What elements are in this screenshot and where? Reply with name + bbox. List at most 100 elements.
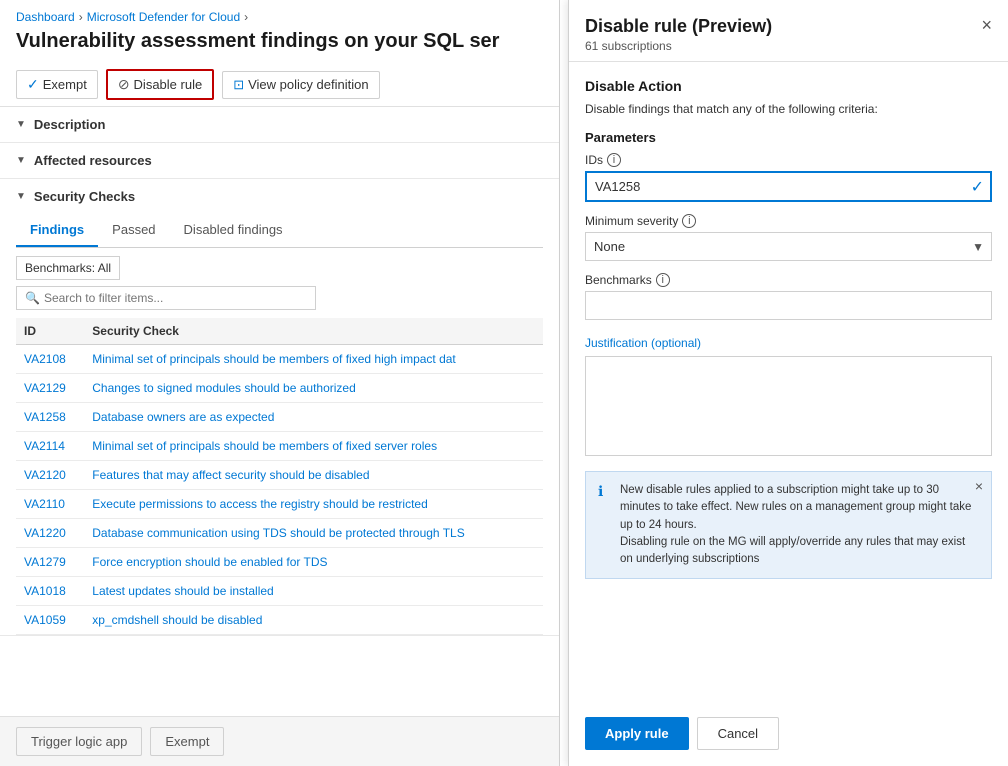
disable-rule-button[interactable]: ⊘ Disable rule (106, 69, 214, 100)
table-row: VA1059 xp_cmdshell should be disabled (16, 606, 543, 635)
exempt-label: Exempt (43, 77, 87, 92)
benchmarks-input[interactable] (585, 291, 992, 320)
description-label: Description (34, 117, 106, 132)
row-id[interactable]: VA2108 (16, 345, 84, 374)
justification-textarea[interactable] (585, 356, 992, 456)
col-check: Security Check (84, 318, 543, 345)
min-severity-info-icon[interactable]: i (682, 214, 696, 228)
ids-field-label: IDs i (585, 153, 992, 167)
id-link[interactable]: VA2108 (24, 352, 66, 366)
id-link[interactable]: VA1258 (24, 410, 66, 424)
id-link[interactable]: VA2114 (24, 439, 65, 453)
row-id[interactable]: VA1258 (16, 403, 84, 432)
security-checks-section: ▼ Security Checks Findings Passed Disabl… (0, 179, 559, 636)
security-checks-label: Security Checks (34, 189, 135, 204)
info-box: × ℹ New disable rules applied to a subsc… (585, 471, 992, 579)
filter-bar: Benchmarks: All (16, 256, 543, 280)
disable-desc: Disable findings that match any of the f… (585, 102, 992, 116)
ids-input[interactable] (585, 171, 992, 202)
bottom-bar: Trigger logic app Exempt (0, 716, 559, 766)
row-id[interactable]: VA2120 (16, 461, 84, 490)
row-check: xp_cmdshell should be disabled (84, 606, 543, 635)
panel-close-button[interactable]: × (981, 16, 992, 34)
id-link[interactable]: VA1279 (24, 555, 66, 569)
ids-input-wrapper: ✓ (585, 171, 992, 202)
affected-resources-header[interactable]: ▼ Affected resources (0, 143, 559, 178)
benchmarks-info-icon[interactable]: i (656, 273, 670, 287)
disable-rule-icon: ⊘ (118, 76, 130, 93)
description-chevron: ▼ (16, 119, 26, 130)
id-link[interactable]: VA1059 (24, 613, 66, 627)
tab-passed[interactable]: Passed (98, 214, 169, 247)
id-link[interactable]: VA1220 (24, 526, 66, 540)
view-policy-button[interactable]: ⊡ View policy definition (222, 71, 379, 99)
breadcrumb-defender[interactable]: Microsoft Defender for Cloud (87, 10, 240, 24)
justification-label: Justification (optional) (585, 336, 992, 350)
panel-title: Disable rule (Preview) (585, 16, 772, 37)
info-box-close-button[interactable]: × (975, 478, 983, 494)
table-row: VA1018 Latest updates should be installe… (16, 577, 543, 606)
breadcrumb: Dashboard › Microsoft Defender for Cloud… (0, 0, 559, 28)
check-text: Features that may affect security should… (92, 468, 369, 482)
apply-rule-button[interactable]: Apply rule (585, 717, 689, 750)
tab-disabled-findings[interactable]: Disabled findings (170, 214, 297, 247)
cancel-button[interactable]: Cancel (697, 717, 779, 750)
row-id[interactable]: VA2114 (16, 432, 84, 461)
row-id[interactable]: VA1059 (16, 606, 84, 635)
ids-info-icon[interactable]: i (607, 153, 621, 167)
findings-table: ID Security Check VA2108 Minimal set of … (16, 318, 543, 635)
benchmarks-field-label: Benchmarks i (585, 273, 992, 287)
check-text: Execute permissions to access the regist… (92, 497, 427, 511)
check-text: Minimal set of principals should be memb… (92, 352, 456, 366)
row-id[interactable]: VA1220 (16, 519, 84, 548)
row-check: Database communication using TDS should … (84, 519, 543, 548)
exempt-button[interactable]: ✓ Exempt (16, 70, 98, 99)
row-check: Force encryption should be enabled for T… (84, 548, 543, 577)
id-link[interactable]: VA2110 (24, 497, 65, 511)
exempt-bottom-button[interactable]: Exempt (150, 727, 224, 756)
parameters-label: Parameters (585, 130, 992, 145)
search-input[interactable] (44, 291, 307, 305)
min-severity-label: Minimum severity (585, 214, 678, 228)
description-header[interactable]: ▼ Description (0, 107, 559, 142)
check-text: Force encryption should be enabled for T… (92, 555, 327, 569)
info-box-text: New disable rules applied to a subscript… (620, 482, 979, 568)
check-text: Database owners are as expected (92, 410, 274, 424)
security-checks-header[interactable]: ▼ Security Checks (0, 179, 559, 214)
tab-findings[interactable]: Findings (16, 214, 98, 247)
row-id[interactable]: VA2129 (16, 374, 84, 403)
check-text: Latest updates should be installed (92, 584, 273, 598)
disable-action-label: Disable Action (585, 78, 992, 94)
affected-resources-section: ▼ Affected resources (0, 143, 559, 179)
row-id[interactable]: VA2110 (16, 490, 84, 519)
benchmarks-filter[interactable]: Benchmarks: All (16, 256, 120, 280)
id-link[interactable]: VA2129 (24, 381, 66, 395)
row-check: Changes to signed modules should be auth… (84, 374, 543, 403)
search-icon: 🔍 (25, 291, 40, 305)
table-row: VA2108 Minimal set of principals should … (16, 345, 543, 374)
row-check: Minimal set of principals should be memb… (84, 432, 543, 461)
table-row: VA2110 Execute permissions to access the… (16, 490, 543, 519)
trigger-logic-app-button[interactable]: Trigger logic app (16, 727, 142, 756)
table-row: VA2114 Minimal set of principals should … (16, 432, 543, 461)
panel-subtitle: 61 subscriptions (585, 39, 772, 53)
affected-resources-chevron: ▼ (16, 155, 26, 166)
breadcrumb-dashboard[interactable]: Dashboard (16, 10, 75, 24)
id-link[interactable]: VA2120 (24, 468, 66, 482)
min-severity-select[interactable]: None Low Medium High (585, 232, 992, 261)
check-text: Minimal set of principals should be memb… (92, 439, 437, 453)
row-check: Latest updates should be installed (84, 577, 543, 606)
row-id[interactable]: VA1018 (16, 577, 84, 606)
min-severity-select-wrapper: None Low Medium High ▼ (585, 232, 992, 261)
table-row: VA1258 Database owners are as expected (16, 403, 543, 432)
disable-rule-label: Disable rule (134, 77, 203, 92)
row-check: Features that may affect security should… (84, 461, 543, 490)
security-checks-chevron: ▼ (16, 191, 26, 202)
check-text: xp_cmdshell should be disabled (92, 613, 262, 627)
view-policy-label: View policy definition (248, 77, 368, 92)
id-link[interactable]: VA1018 (24, 584, 66, 598)
check-text: Changes to signed modules should be auth… (92, 381, 356, 395)
toolbar: ✓ Exempt ⊘ Disable rule ⊡ View policy de… (0, 63, 559, 107)
check-text: Database communication using TDS should … (92, 526, 464, 540)
row-id[interactable]: VA1279 (16, 548, 84, 577)
